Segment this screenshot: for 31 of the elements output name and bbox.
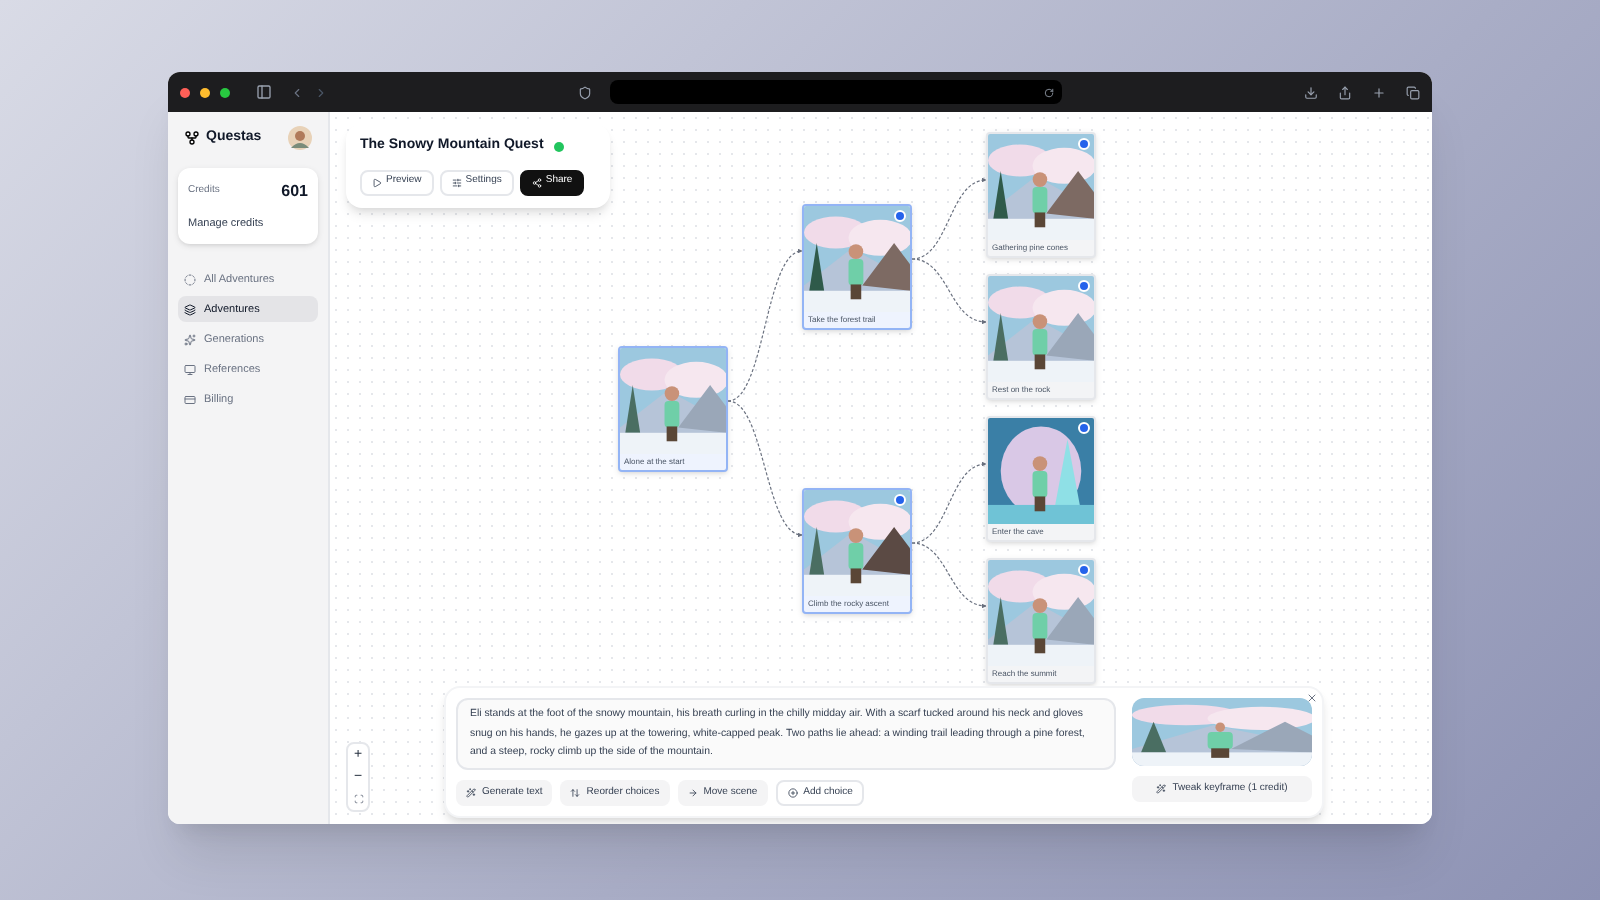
connector-arrow [911,258,987,324]
connector-arrow [911,462,987,544]
download-icon[interactable] [1304,85,1318,99]
nav-icon [184,393,196,406]
button-icon [466,788,476,798]
nav-icon [184,273,196,286]
back-icon[interactable] [290,85,304,99]
sidebar-toggle-icon[interactable] [256,84,272,100]
nav-icon [184,303,196,316]
button-icon [1156,784,1167,794]
tabs-icon[interactable] [1406,85,1420,99]
fit-view-icon[interactable] [353,794,363,804]
share-icon[interactable] [1338,85,1352,99]
reload-icon[interactable] [1044,87,1054,97]
connector-arrow [911,178,987,260]
connector-arrow [911,542,987,608]
button-icon [531,177,542,187]
new-tab-icon[interactable] [1372,85,1386,99]
close-icon[interactable] [1306,692,1318,704]
button-icon [787,788,798,798]
shield-icon[interactable] [578,85,592,99]
nav-icon [184,363,196,376]
button-icon [451,177,462,187]
nav-icon [184,333,196,346]
avatar[interactable] [288,126,312,150]
button-icon [687,788,698,798]
connector-arrow [727,400,803,537]
logo-icon [184,130,200,146]
button-icon [570,788,581,798]
button-icon [372,177,382,187]
credits-value: 601 [281,180,308,204]
